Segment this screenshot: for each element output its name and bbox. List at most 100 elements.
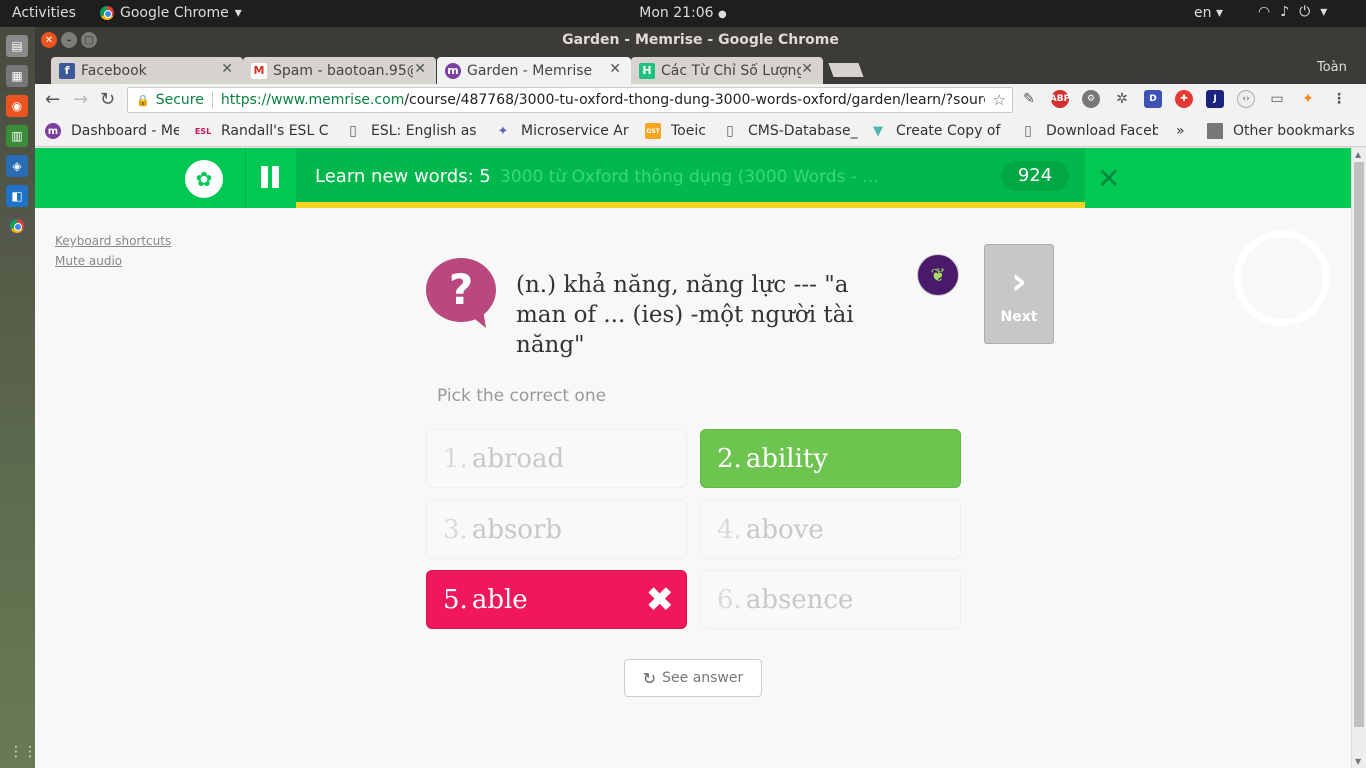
- pause-icon[interactable]: [260, 166, 282, 190]
- option-text: ability: [745, 443, 829, 474]
- option-text: absorb: [471, 514, 563, 545]
- adblock-icon[interactable]: ABP: [1050, 90, 1070, 108]
- activities-button[interactable]: Activities: [12, 5, 76, 21]
- language-menu[interactable]: en ▾: [1194, 5, 1223, 21]
- bookmark-item[interactable]: ESL Randall's ESL Cy: [195, 123, 329, 139]
- page-scrollbar[interactable]: ▲ ▼: [1351, 148, 1366, 768]
- screen-extension-icon[interactable]: ▭: [1268, 90, 1286, 108]
- mute-audio-link[interactable]: Mute audio: [55, 251, 171, 271]
- close-tab-icon[interactable]: ✕: [801, 61, 813, 77]
- chrome-icon[interactable]: [6, 215, 28, 237]
- memrise-icon: m: [45, 123, 61, 139]
- chevron-down-icon: ▾: [1215, 5, 1223, 21]
- metamask-icon[interactable]: ✦: [1299, 90, 1317, 108]
- bookmark-star-icon[interactable]: ☆: [993, 91, 1006, 109]
- launcher-dock: ▤ ▦ ◉ ▥ ◈ ◧ ⋮⋮: [0, 27, 37, 768]
- back-arrow-icon[interactable]: ←: [45, 89, 60, 110]
- spreadsheet-icon[interactable]: ▥: [6, 125, 28, 147]
- settings-extension-icon[interactable]: ⚙: [1082, 90, 1100, 108]
- answer-option-4[interactable]: 4. above: [700, 500, 961, 559]
- bookmark-item[interactable]: ▯ Download Faceb: [1020, 123, 1158, 139]
- bookmark-item[interactable]: ✦ Microservice Ar: [495, 123, 629, 139]
- see-answer-label: See answer: [662, 670, 744, 686]
- keyboard-shortcuts-link[interactable]: Keyboard shortcuts: [55, 231, 171, 251]
- other-bookmarks-label: Other bookmarks: [1233, 123, 1355, 139]
- bookmark-item[interactable]: ▯ CMS-Database_: [722, 123, 858, 139]
- other-bookmarks[interactable]: Other bookmarks: [1207, 123, 1355, 139]
- volume-icon: ♪: [1280, 4, 1290, 20]
- gear-icon[interactable]: ✲: [1113, 90, 1131, 108]
- scroll-up-icon[interactable]: ▲: [1355, 150, 1361, 159]
- new-tab-button[interactable]: [828, 63, 864, 77]
- chevron-right-icon: ›: [1011, 259, 1027, 303]
- memrise-logo-icon[interactable]: ✿: [185, 160, 223, 198]
- system-top-bar: Activities Google Chrome ▾ Mon 21:06 ● e…: [0, 0, 1366, 27]
- question-prompt: (n.) khả năng, năng lực --- "a man of ..…: [516, 272, 854, 358]
- menu-icon[interactable]: ⋮: [1330, 90, 1348, 108]
- profile-button[interactable]: Toàn: [1317, 60, 1347, 75]
- tab-cac-tu-chi-so-luong[interactable]: H Các Từ Chỉ Số Lượng ✕: [631, 57, 823, 84]
- answer-option-3[interactable]: 3. absorb: [426, 500, 687, 559]
- scrollbar-thumb[interactable]: [1354, 162, 1364, 727]
- answer-option-1[interactable]: 1. abroad: [426, 429, 687, 488]
- wrong-x-icon: ✖: [645, 580, 675, 620]
- bookmark-label: CMS-Database_: [748, 123, 858, 139]
- instruction-text: Pick the correct one: [437, 386, 607, 406]
- eyedropper-icon[interactable]: ✎: [1020, 90, 1038, 108]
- url-path: /course/487768/3000-tu-oxford-thong-dung…: [404, 92, 985, 108]
- system-tray[interactable]: ◠ ♪ ⏻ ▾: [1258, 4, 1327, 20]
- close-tab-icon[interactable]: ✕: [221, 61, 233, 77]
- d-extension-icon[interactable]: D: [1144, 90, 1162, 108]
- tab-gmail[interactable]: M Spam - baotoan.95@ ✕: [243, 57, 436, 84]
- answer-option-2[interactable]: 2. ability: [700, 429, 961, 488]
- bookmark-item[interactable]: GST Toeic: [645, 123, 721, 139]
- bookmark-label: Create Copy of: [896, 123, 1001, 139]
- tab-title: Garden - Memrise: [467, 62, 593, 79]
- bookmark-item[interactable]: ▯ ESL: English as a: [345, 123, 481, 139]
- ubuntu-software-icon[interactable]: ◉: [6, 95, 28, 117]
- answer-option-5[interactable]: 5. able ✖: [426, 570, 687, 629]
- close-tab-icon[interactable]: ✕: [609, 61, 621, 77]
- text-editor-icon[interactable]: ▤: [6, 35, 28, 57]
- gmail-icon: M: [251, 62, 267, 79]
- refresh-icon: ↻: [642, 668, 657, 688]
- show-apps-icon[interactable]: ⋮⋮: [9, 744, 37, 760]
- bookmark-label: Randall's ESL Cy: [221, 123, 329, 139]
- j-extension-icon[interactable]: J: [1206, 90, 1224, 108]
- red-extension-icon[interactable]: ✚: [1175, 90, 1193, 108]
- app-icon[interactable]: ◈: [6, 155, 28, 177]
- page-icon: ▯: [349, 123, 357, 139]
- chrome-icon: [100, 6, 114, 20]
- option-number: 3.: [443, 514, 468, 545]
- tab-memrise[interactable]: m Garden - Memrise ✕: [437, 57, 631, 84]
- files-icon[interactable]: ▦: [6, 65, 28, 87]
- bookmark-item[interactable]: m Dashboard - Me: [45, 123, 179, 139]
- bookmarks-overflow[interactable]: »: [1176, 123, 1185, 139]
- close-session-icon[interactable]: ✕: [1097, 162, 1120, 195]
- window-titlebar: ✕ – □ Garden - Memrise - Google Chrome: [35, 27, 1366, 55]
- see-answer-button[interactable]: ↻ See answer: [624, 659, 762, 697]
- app-menu-label: Google Chrome: [120, 5, 229, 21]
- tab-facebook[interactable]: f Facebook ✕: [51, 57, 243, 84]
- scroll-down-icon[interactable]: ▼: [1355, 757, 1361, 766]
- app-menu[interactable]: Google Chrome ▾: [100, 5, 242, 21]
- page-icon: ▯: [726, 123, 734, 139]
- system-clock[interactable]: Mon 21:06: [639, 5, 713, 21]
- reload-icon[interactable]: ↻: [100, 89, 115, 110]
- tab-title: Spam - baotoan.95@: [273, 62, 413, 79]
- plant-avatar-icon: ❦: [917, 254, 959, 296]
- esl-icon: ESL: [194, 126, 212, 136]
- close-tab-icon[interactable]: ✕: [414, 61, 426, 77]
- memrise-page: ✿ Learn new words: 5 3000 từ Oxford thôn…: [35, 148, 1366, 768]
- session-progress-panel: Learn new words: 5 3000 từ Oxford thông …: [296, 148, 1085, 208]
- vscode-icon[interactable]: ◧: [6, 185, 28, 207]
- bookmark-item[interactable]: ▼ Create Copy of: [870, 123, 1006, 139]
- points-badge: 924: [1001, 161, 1069, 191]
- answer-option-6[interactable]: 6. absence: [700, 570, 961, 629]
- bookmarks-bar: m Dashboard - Me ESL Randall's ESL Cy ▯ ESL…: [35, 116, 1366, 147]
- address-bar[interactable]: 🔒 Secure https://www.memrise.com/course/…: [127, 87, 1013, 113]
- browser-toolbar: ← → ↻ 🔒 Secure https://www.memrise.com/c…: [35, 84, 1366, 116]
- next-button[interactable]: › Next: [984, 244, 1054, 344]
- code-extension-icon[interactable]: ‹›: [1237, 90, 1255, 108]
- forward-arrow-icon[interactable]: →: [73, 89, 88, 110]
